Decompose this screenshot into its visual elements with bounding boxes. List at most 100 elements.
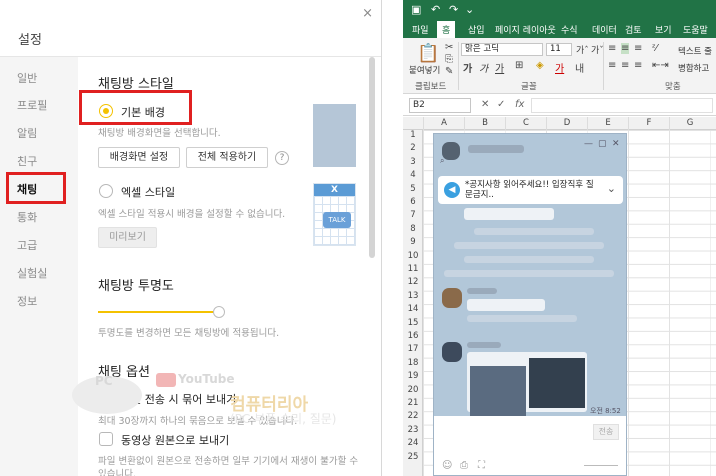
opacity-slider-handle[interactable] (212, 306, 225, 318)
name-box[interactable]: B2 (409, 98, 471, 113)
italic-icon[interactable]: 가 (479, 60, 488, 75)
cancel-entry-icon[interactable]: ✕ (481, 99, 489, 110)
row-header[interactable]: 17 (403, 344, 423, 354)
formula-input[interactable] (531, 98, 713, 113)
row-header[interactable]: 13 (403, 291, 423, 301)
underline-icon[interactable]: 가 (495, 60, 504, 75)
border-icon[interactable]: ⊞ (515, 60, 523, 71)
photo-thumbnail[interactable] (529, 358, 585, 408)
notice-banner[interactable]: ◀ *공지사항 읽어주세요!! 입장직후 질문금지.. ⌄ (438, 176, 623, 204)
maximize-icon[interactable]: ▢ (598, 139, 607, 149)
align-center-icon[interactable]: ≡ (621, 60, 629, 71)
emoticon-icon[interactable]: ☺ (442, 460, 452, 471)
sidebar-item-friends[interactable]: 친구 (17, 153, 37, 169)
font-name-select[interactable]: 맑은 고딕 (461, 43, 543, 56)
background-settings-button[interactable]: 배경화면 설정 (98, 147, 180, 168)
sidebar-item-info[interactable]: 정보 (17, 293, 37, 309)
tab-home[interactable]: 홈 (437, 21, 456, 38)
tab-file[interactable]: 파일 (412, 23, 429, 36)
wrap-text-button[interactable]: 텍스트 줄 (678, 45, 712, 57)
excel-style-thumbnail[interactable]: X TALK (313, 183, 356, 246)
sidebar-item-labs[interactable]: 실험실 (17, 265, 47, 281)
grow-font-icon[interactable]: 가ˆ (576, 43, 589, 56)
column-header[interactable]: C (505, 117, 546, 130)
row-header[interactable]: 24 (403, 438, 423, 448)
sender-avatar[interactable] (442, 288, 462, 308)
insert-function-icon[interactable]: fx (515, 99, 524, 110)
sidebar-item-notifications[interactable]: 알림 (17, 125, 37, 141)
row-header[interactable]: 15 (403, 318, 423, 328)
copy-icon[interactable]: ⎘ (445, 54, 453, 65)
column-header[interactable]: B (464, 117, 505, 130)
row-header[interactable]: 12 (403, 277, 423, 287)
chevron-down-icon[interactable]: ⌄ (607, 182, 616, 195)
row-header[interactable]: 19 (403, 371, 423, 381)
bold-icon[interactable]: 가 (463, 60, 472, 75)
chat-opacity-slider[interactable] (584, 465, 618, 466)
row-header[interactable]: 9 (403, 237, 423, 247)
row-header[interactable]: 22 (403, 411, 423, 421)
phonetic-icon[interactable]: 내 (575, 60, 584, 75)
row-header[interactable]: 3 (403, 157, 423, 167)
row-header[interactable]: 4 (403, 170, 423, 180)
font-size-select[interactable]: 11 (546, 43, 572, 56)
help-icon[interactable]: ? (275, 151, 289, 165)
align-middle-icon[interactable]: ≡ (621, 43, 630, 54)
search-icon[interactable]: ⌕ (440, 156, 444, 166)
send-button[interactable]: 전송 (593, 424, 619, 440)
row-header[interactable]: 6 (403, 197, 423, 207)
align-bottom-icon[interactable]: ≡ (634, 43, 642, 54)
chat-input-area[interactable]: 전송 ☺ ⎙ ⛶ (434, 416, 626, 475)
undo-icon[interactable]: ↶ (431, 3, 440, 16)
paste-icon[interactable]: 📋 (417, 43, 439, 64)
opacity-slider-track[interactable] (98, 311, 219, 313)
tab-help[interactable]: 도움말 (683, 23, 708, 36)
row-header[interactable]: 16 (403, 331, 423, 341)
save-icon[interactable]: ▣ (411, 3, 421, 16)
minimize-icon[interactable]: — (584, 139, 593, 149)
row-header[interactable]: 10 (403, 251, 423, 261)
column-header[interactable]: A (423, 117, 464, 130)
shrink-font-icon[interactable]: 가ˇ (591, 43, 604, 56)
tab-review[interactable]: 검토 (625, 23, 642, 36)
tab-data[interactable]: 데이터 (592, 23, 617, 36)
row-header[interactable]: 5 (403, 184, 423, 194)
row-header[interactable]: 23 (403, 425, 423, 435)
fill-color-icon[interactable]: ◈ (536, 60, 544, 71)
row-header[interactable]: 14 (403, 304, 423, 314)
redo-icon[interactable]: ↷ (449, 3, 458, 16)
sidebar-item-calls[interactable]: 통화 (17, 209, 37, 225)
orientation-icon[interactable]: ᶻ⁄ (652, 43, 657, 54)
align-right-icon[interactable]: ≡ (634, 60, 642, 71)
format-painter-icon[interactable]: ✎ (445, 66, 453, 77)
checkbox-original-video[interactable] (99, 432, 113, 446)
align-left-icon[interactable]: ≡ (608, 60, 616, 71)
close-icon[interactable]: × (362, 6, 373, 21)
row-header[interactable]: 11 (403, 264, 423, 274)
column-header[interactable]: E (587, 117, 628, 130)
merge-center-button[interactable]: 병합하고 (678, 62, 709, 74)
basic-background-thumbnail[interactable] (313, 104, 356, 167)
sidebar-item-advanced[interactable]: 고급 (17, 237, 37, 253)
column-header[interactable]: F (628, 117, 669, 130)
cut-icon[interactable]: ✂ (445, 42, 453, 53)
row-header[interactable]: 1 (403, 130, 423, 140)
qat-menu-icon[interactable]: ⌄ (465, 3, 474, 16)
radio-excel-style[interactable] (99, 184, 113, 198)
font-color-icon[interactable]: 가 (555, 60, 564, 75)
tab-view[interactable]: 보기 (655, 23, 672, 36)
tab-insert[interactable]: 삽입 (468, 23, 485, 36)
photo-thumbnail[interactable] (470, 366, 526, 416)
row-header[interactable]: 8 (403, 224, 423, 234)
row-header[interactable]: 20 (403, 385, 423, 395)
row-header[interactable]: 25 (403, 452, 423, 462)
preview-button[interactable]: 미리보기 (98, 227, 157, 248)
settings-scrollbar[interactable] (369, 57, 375, 258)
tab-page-layout[interactable]: 페이지 레이아웃 (495, 23, 556, 36)
align-top-icon[interactable]: ≡ (608, 43, 616, 54)
row-header[interactable]: 2 (403, 143, 423, 153)
indent-icon[interactable]: ⇤⇥ (652, 60, 669, 71)
sidebar-item-general[interactable]: 일반 (17, 70, 37, 86)
sender-avatar[interactable] (442, 342, 462, 362)
capture-icon[interactable]: ⛶ (478, 460, 485, 471)
